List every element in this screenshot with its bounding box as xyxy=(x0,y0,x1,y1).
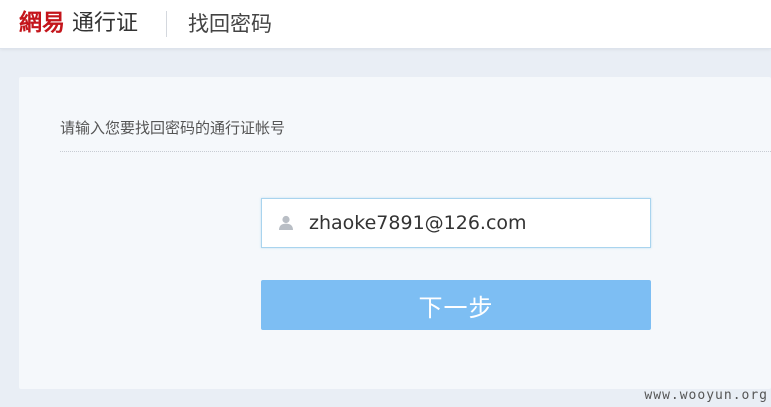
watermark: www.wooyun.org xyxy=(644,388,768,403)
passport-product-name[interactable]: 通行证 xyxy=(72,10,138,38)
next-step-button[interactable]: 下一步 xyxy=(261,280,651,330)
recovery-panel: 请输入您要找回密码的通行证帐号 下一步 xyxy=(19,77,771,389)
header-divider xyxy=(166,11,167,37)
page-title: 找回密码 xyxy=(188,12,272,36)
netease-logo[interactable]: 網易 xyxy=(19,8,65,38)
account-input[interactable] xyxy=(309,199,639,247)
top-header: 網易 通行证 找回密码 xyxy=(0,0,771,49)
account-field[interactable] xyxy=(261,198,651,248)
user-icon xyxy=(277,214,295,232)
instruction-text: 请输入您要找回密码的通行证帐号 xyxy=(60,119,286,137)
dotted-divider xyxy=(60,151,771,152)
